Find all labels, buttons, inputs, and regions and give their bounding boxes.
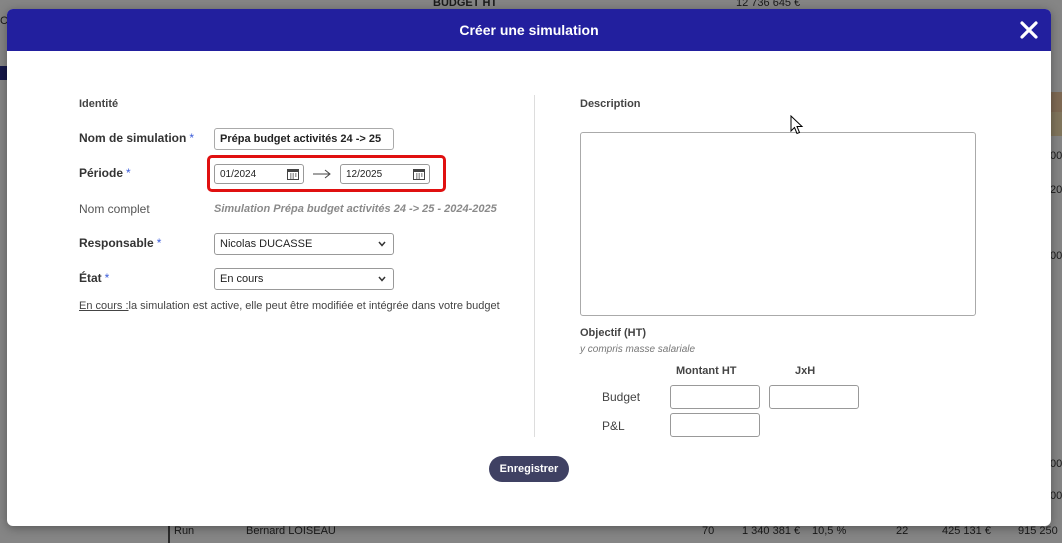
identity-section-title: Identité (79, 98, 119, 110)
period-label: Période * (79, 166, 131, 180)
period-start-input[interactable] (215, 168, 275, 180)
period-start-field[interactable] (214, 164, 304, 184)
state-info-term: En cours : (79, 300, 129, 312)
budget-row-label: Budget (602, 390, 641, 404)
required-mark: * (189, 131, 195, 145)
state-label: État * (79, 271, 110, 285)
description-label: Description (580, 98, 641, 110)
mouse-cursor-icon (790, 115, 804, 135)
chevron-down-icon (378, 276, 386, 282)
state-select[interactable]: En cours (214, 268, 394, 290)
jxh-column-header: JxH (795, 365, 816, 377)
arrow-right-icon (313, 169, 331, 179)
period-end-input[interactable] (341, 168, 401, 180)
chevron-down-icon (378, 241, 386, 247)
dialog-title: Créer une simulation (459, 22, 599, 38)
column-divider (534, 95, 535, 437)
calendar-icon[interactable] (413, 168, 425, 180)
pl-row-label: P&L (602, 419, 625, 433)
period-end-field[interactable] (340, 164, 430, 184)
required-mark: * (156, 236, 162, 250)
dialog-header: Créer une simulation (7, 9, 1051, 51)
calendar-icon[interactable] (287, 168, 299, 180)
full-name-value: Simulation Prépa budget activités 24 -> … (214, 203, 497, 215)
full-name-label: Nom complet (79, 202, 150, 216)
simulation-name-input[interactable] (214, 128, 394, 150)
state-info-text: En cours :la simulation est active, elle… (79, 300, 500, 312)
close-button[interactable] (1017, 18, 1041, 42)
pl-amount-input[interactable] (670, 413, 760, 437)
owner-label: Responsable * (79, 236, 162, 250)
description-textarea[interactable] (580, 132, 976, 316)
create-simulation-dialog: Créer une simulation Identité Nom de sim… (7, 9, 1051, 526)
required-mark: * (126, 166, 131, 180)
objective-label: Objectif (HT) (580, 327, 646, 339)
state-select-value: En cours (220, 273, 264, 285)
budget-jxh-input[interactable] (769, 385, 859, 409)
amount-column-header: Montant HT (676, 365, 737, 377)
simulation-name-label: Nom de simulation * (79, 131, 195, 145)
objective-hint: y compris masse salariale (580, 344, 696, 355)
required-mark: * (104, 271, 110, 285)
owner-select[interactable]: Nicolas DUCASSE (214, 233, 394, 255)
budget-amount-input[interactable] (670, 385, 760, 409)
owner-select-value: Nicolas DUCASSE (220, 238, 313, 250)
save-button[interactable]: Enregistrer (489, 456, 569, 482)
close-icon (1020, 21, 1038, 39)
